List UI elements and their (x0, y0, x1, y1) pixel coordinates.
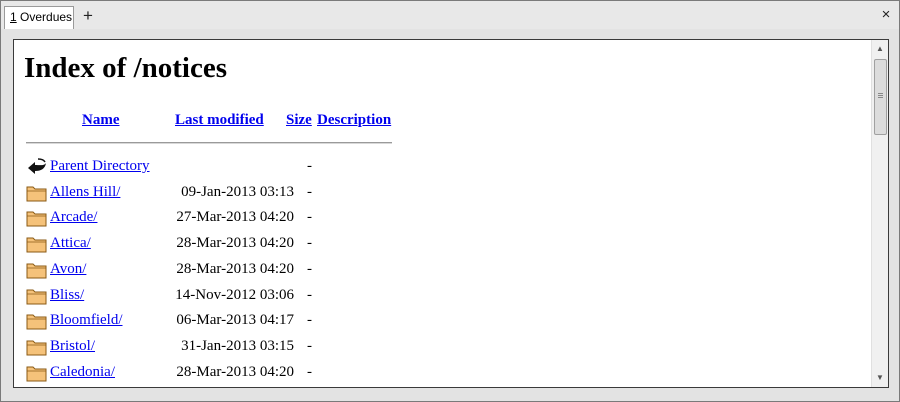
list-item: Avon/28-Mar-2013 04:20- (26, 260, 406, 280)
column-header-name[interactable]: Name (82, 112, 120, 129)
folder-icon (26, 183, 48, 203)
entry-modified: 31-Jan-2013 03:15 (181, 337, 294, 354)
entry-link[interactable]: Bristol/ (50, 338, 95, 355)
entry-link[interactable]: Attica/ (50, 235, 91, 252)
page-content: Index of /notices Name Last modified Siz… (14, 40, 871, 387)
entry-link[interactable]: Allens Hill/ (50, 184, 120, 201)
entry-size: - (307, 337, 312, 354)
page-title: Index of /notices (24, 52, 227, 84)
scroll-down-arrow-icon[interactable]: ▼ (872, 370, 888, 386)
tab-number: 1 (10, 10, 17, 24)
tab-overdues[interactable]: 1 Overdues (4, 6, 74, 29)
folder-icon (26, 337, 48, 357)
entry-size: - (307, 260, 312, 277)
column-header-size[interactable]: Size (286, 112, 312, 129)
back-arrow-icon (26, 157, 48, 177)
folder-icon (26, 208, 48, 228)
entry-link[interactable]: Bloomfield/ (50, 312, 123, 329)
entry-modified: 28-Mar-2013 04:20 (176, 260, 294, 277)
entry-modified: 28-Mar-2013 04:20 (176, 363, 294, 380)
tab-title: Overdues (20, 10, 73, 24)
entry-link[interactable]: Bliss/ (50, 287, 84, 304)
entry-modified: 28-Mar-2013 04:20 (176, 235, 294, 252)
folder-icon (26, 363, 48, 383)
folder-icon (26, 234, 48, 254)
folder-icon (26, 286, 48, 306)
scroll-thumb[interactable] (874, 59, 887, 135)
entry-link[interactable]: Caledonia/ (50, 364, 115, 381)
entry-link[interactable]: Arcade/ (50, 209, 97, 226)
list-item: Parent Directory - (26, 157, 406, 177)
entry-size: - (307, 158, 312, 174)
header-divider (26, 142, 392, 144)
entry-size: - (307, 235, 312, 252)
list-item: Arcade/27-Mar-2013 04:20- (26, 208, 406, 228)
column-header-description[interactable]: Description (317, 112, 391, 129)
entry-modified: 09-Jan-2013 03:13 (181, 183, 294, 200)
entry-link[interactable]: Avon/ (50, 261, 86, 278)
vertical-scrollbar[interactable]: ▲ ▼ (871, 40, 888, 387)
new-tab-button[interactable]: + (79, 6, 97, 26)
list-item: Allens Hill/09-Jan-2013 03:13- (26, 183, 406, 203)
entry-link[interactable]: Parent Directory (50, 158, 150, 175)
close-tab-button[interactable]: × (879, 7, 893, 23)
list-item: Caledonia/28-Mar-2013 04:20- (26, 363, 406, 383)
scroll-up-arrow-icon[interactable]: ▲ (872, 41, 888, 57)
list-item: Bristol/31-Jan-2013 03:15- (26, 337, 406, 357)
grip-line (878, 95, 883, 96)
folder-icon (26, 311, 48, 331)
column-header-last-modified[interactable]: Last modified (175, 112, 264, 129)
entry-size: - (307, 363, 312, 380)
entry-size: - (307, 183, 312, 200)
entry-size: - (307, 286, 312, 303)
tab-bar: 1 Overdues + × (1, 1, 899, 29)
entry-size: - (307, 209, 312, 226)
grip-line (878, 97, 883, 98)
entry-modified: 27-Mar-2013 04:20 (176, 209, 294, 226)
list-item: Bliss/14-Nov-2012 03:06- (26, 286, 406, 306)
page-viewport: Index of /notices Name Last modified Siz… (13, 39, 889, 388)
list-item: Attica/28-Mar-2013 04:20- (26, 234, 406, 254)
folder-icon (26, 260, 48, 280)
browser-window: 1 Overdues + × Index of /notices Name La… (0, 0, 900, 402)
entry-modified: 06-Mar-2013 04:17 (176, 312, 294, 329)
list-item: Bloomfield/06-Mar-2013 04:17- (26, 311, 406, 331)
grip-line (878, 93, 883, 94)
entry-size: - (307, 312, 312, 329)
entry-modified: 14-Nov-2012 03:06 (175, 286, 294, 303)
